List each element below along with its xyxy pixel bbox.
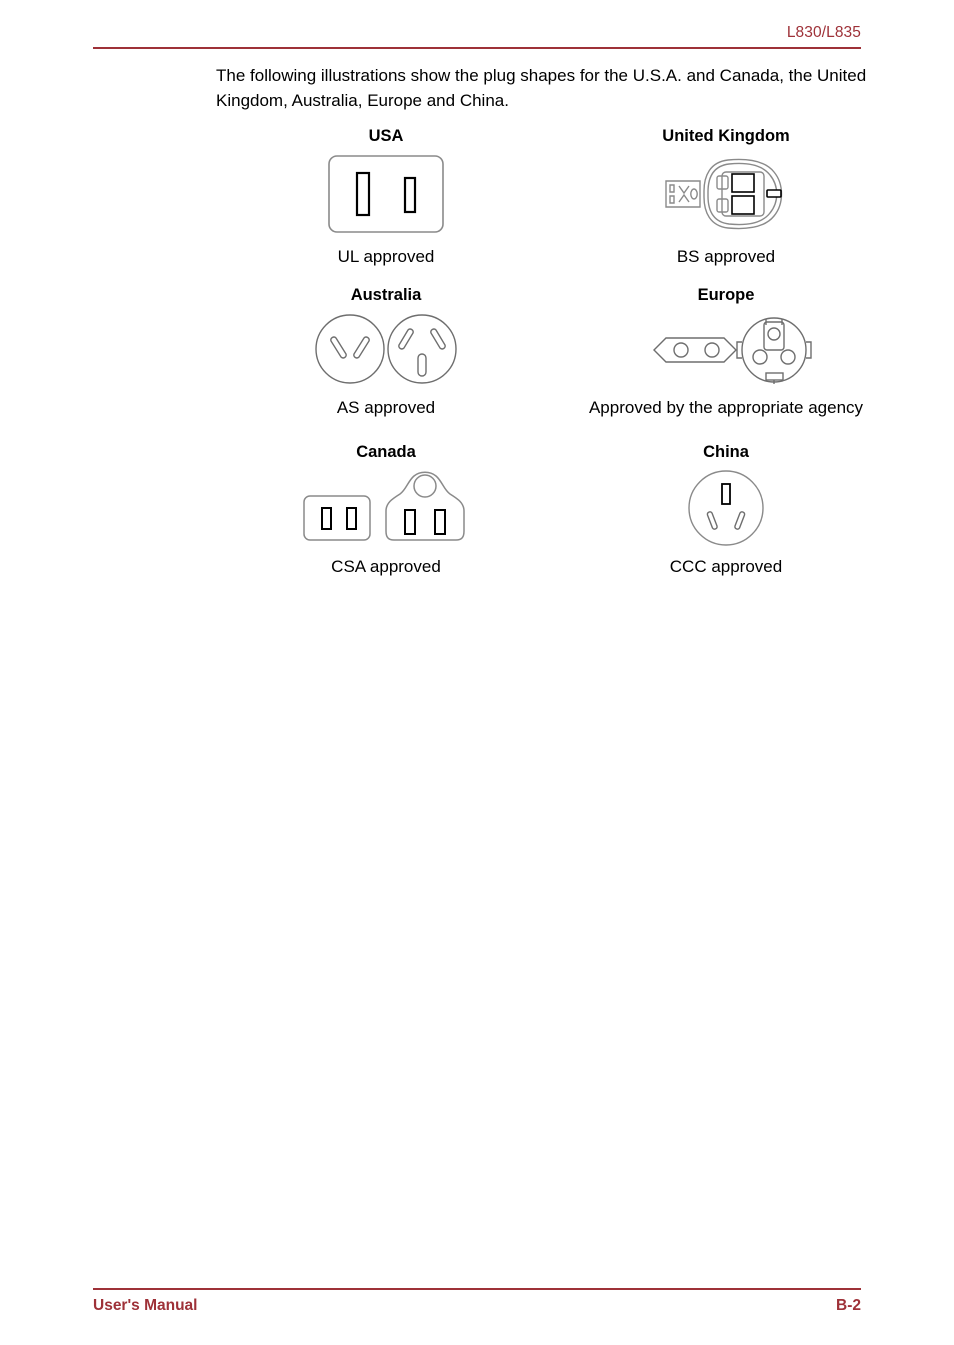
footer-content: User's Manual B-2 (93, 1297, 861, 1315)
canada-plug-icon (216, 468, 556, 548)
plug-heading-uk: United Kingdom (662, 127, 790, 145)
plug-caption-canada: CSA approved (331, 557, 441, 576)
plug-row: Australia AS approved Europe Approved by… (216, 285, 896, 419)
plug-caption-china: CCC approved (669, 557, 783, 576)
header-divider (93, 47, 861, 49)
plug-cell-australia: Australia AS approved (216, 285, 556, 419)
plug-cell-uk: United Kingdom BS approved (556, 126, 896, 268)
page-header: L830/L835 (93, 24, 861, 49)
document-page: L830/L835 The following illustrations sh… (0, 0, 954, 1345)
page-footer: User's Manual B-2 (93, 1288, 861, 1315)
plug-cell-usa: USA UL approved (216, 126, 556, 268)
plug-row: USA UL approved United Kingdom BS approv… (216, 126, 896, 268)
usa-plug-icon (216, 152, 556, 236)
plug-caption-europe: Approved by the appropriate agency (588, 398, 864, 417)
plug-row: Canada CSA approved China CCC approved (216, 442, 896, 578)
plug-heading-canada: Canada (356, 443, 416, 461)
europe-plug-icon (556, 311, 896, 387)
intro-paragraph: The following illustrations show the plu… (216, 66, 867, 110)
footer-manual-label: User's Manual (93, 1297, 198, 1314)
plug-heading-australia: Australia (350, 286, 422, 304)
plug-cell-china: China CCC approved (556, 442, 896, 578)
header-model-label: L830/L835 (786, 24, 861, 41)
plug-heading-china: China (703, 443, 749, 461)
plug-cell-canada: Canada CSA approved (216, 442, 556, 578)
china-plug-icon (556, 468, 896, 548)
plug-heading-usa: USA (368, 127, 404, 145)
uk-plug-icon (556, 152, 896, 236)
plug-heading-europe: Europe (697, 286, 755, 304)
footer-page-number: B-2 (836, 1297, 861, 1314)
plug-cell-europe: Europe Approved by the appropriate agenc… (556, 285, 896, 419)
plug-illustration-grid: USA UL approved United Kingdom BS approv… (216, 126, 896, 578)
plug-caption-uk: BS approved (676, 247, 776, 266)
plug-caption-usa: UL approved (337, 247, 435, 266)
australia-plug-icon (216, 311, 556, 387)
plug-caption-australia: AS approved (336, 398, 436, 417)
footer-divider (93, 1288, 861, 1290)
